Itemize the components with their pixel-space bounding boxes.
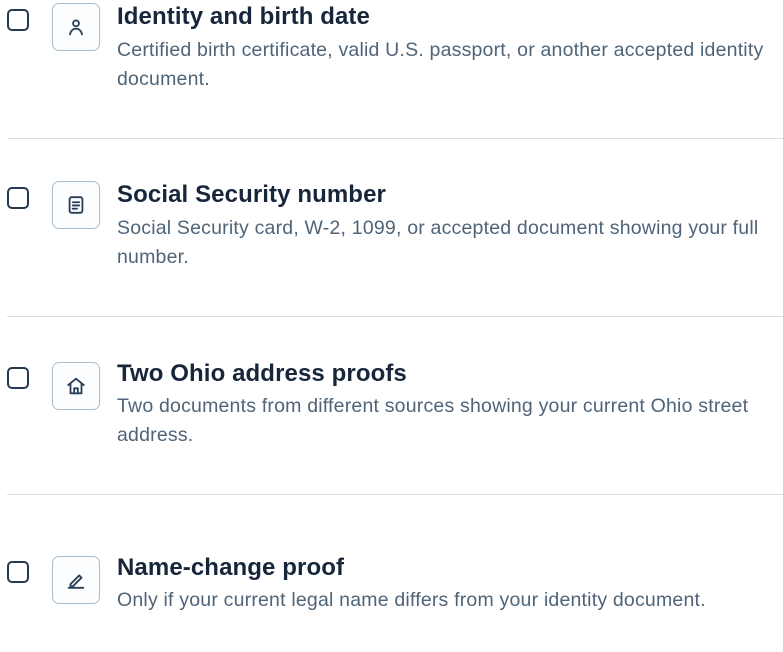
item-title: Social Security number — [117, 181, 386, 208]
document-checklist: Identity and birth date Certified birth … — [0, 0, 783, 613]
home-icon — [67, 377, 85, 395]
item-divider — [7, 138, 783, 139]
name-change-checkbox[interactable] — [7, 561, 29, 583]
identity-checkbox[interactable] — [7, 9, 29, 31]
address-checkbox[interactable] — [7, 367, 29, 389]
item-divider — [7, 316, 783, 317]
address-icon-box — [52, 362, 100, 410]
identity-icon-box — [52, 3, 100, 51]
item-title: Name-change proof — [117, 554, 345, 581]
item-divider — [7, 494, 783, 495]
item-title: Identity and birth date — [117, 3, 370, 30]
name-change-icon-box — [52, 556, 100, 604]
checklist-item-address: Two Ohio address proofs Two documents fr… — [0, 358, 783, 458]
checklist-item-name-change: Name-change proof Only if your current l… — [0, 552, 783, 652]
item-description: Only if your current legal name differs … — [117, 589, 706, 611]
ssn-checkbox[interactable] — [7, 187, 29, 209]
item-title: Two Ohio address proofs — [117, 360, 407, 387]
checklist-item-ssn: Social Security number Social Security c… — [0, 178, 783, 278]
item-description: Certified birth certificate, valid U.S. … — [117, 39, 764, 90]
item-description: Two documents from different sources sho… — [117, 395, 749, 446]
item-description: Social Security card, W-2, 1099, or acce… — [117, 217, 759, 268]
pencil-icon — [67, 574, 85, 589]
document-icon — [68, 196, 84, 214]
person-icon — [69, 19, 83, 36]
ssn-icon-box — [52, 181, 100, 229]
checklist-item-identity: Identity and birth date Certified birth … — [0, 0, 783, 100]
